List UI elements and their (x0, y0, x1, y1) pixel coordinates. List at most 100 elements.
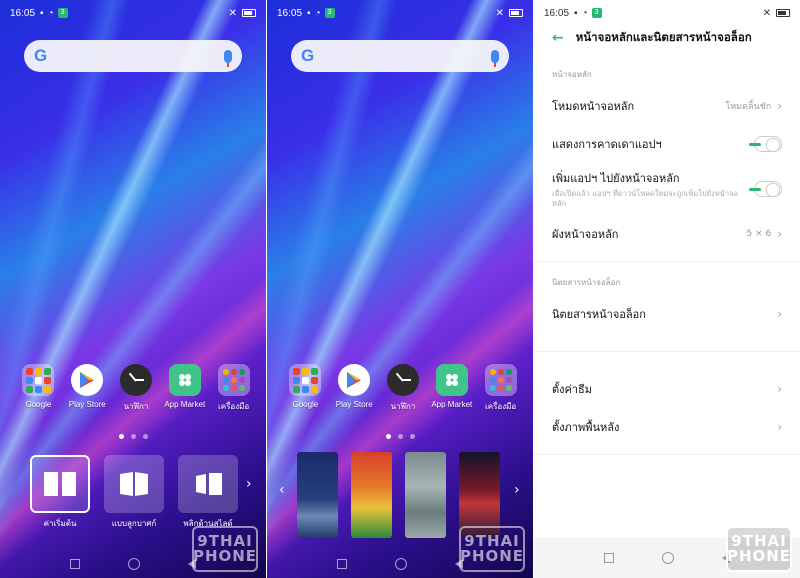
chevron-right-icon: › (777, 307, 782, 321)
app-label: Google (25, 400, 52, 409)
mute-icon: ✕ (495, 7, 504, 19)
divider (534, 351, 800, 352)
effect-thumbnail (178, 455, 238, 513)
chevron-right-icon: › (777, 420, 782, 434)
toggle-switch[interactable] (749, 136, 782, 152)
home-screen-effects-panel: 16:05 ▪ ◔ 3 ✕ G Google Play Store นาฬิกา… (0, 0, 266, 578)
watermark-logo: 9THAI PHONE (192, 526, 258, 572)
app-market[interactable]: App Market (160, 364, 209, 413)
recents-button[interactable] (70, 559, 80, 569)
setting-lock-magazine[interactable]: นิตยสารหน้าจอล็อก › (534, 295, 800, 333)
page-indicator (0, 434, 266, 439)
mute-icon: ✕ (228, 7, 237, 19)
app-clock[interactable]: นาฬิกา (112, 364, 161, 413)
clock-icon (119, 364, 152, 396)
microphone-icon[interactable] (491, 49, 499, 67)
setting-label: ผังหน้าจอหลัก (552, 228, 619, 241)
setting-label: ตั้งค่าธีม (552, 383, 593, 396)
home-button[interactable] (128, 558, 140, 570)
chevron-right-icon[interactable]: › (514, 482, 520, 498)
chevron-right-icon[interactable]: › (246, 476, 252, 492)
transition-effects-list: ค่าเริ่มต้น แบบลูกบาศก์ พลิกด้านสไลด์ (30, 455, 258, 530)
page-dot (409, 434, 415, 439)
app-label: App Market (431, 400, 473, 409)
app-market[interactable]: App Market (427, 364, 476, 413)
effect-thumbnail (30, 455, 90, 513)
effect-default[interactable]: ค่าเริ่มต้น (30, 455, 90, 530)
home-screen-wallpaper-panel: 16:05 ▪ ◔ 3 ✕ G Google Play Store นาฬิกา… (267, 0, 533, 578)
section-header-lock: นิตยสารหน้าจอล็อก (552, 278, 621, 287)
google-folder-icon (289, 364, 322, 396)
google-logo-icon: G (301, 46, 315, 65)
google-folder-icon (22, 364, 55, 396)
google-logo-icon: G (34, 46, 48, 65)
setting-wallpaper[interactable]: ตั้งภาพพื้นหลัง › (534, 408, 800, 446)
page-dot (385, 434, 391, 439)
chevron-right-icon: › (777, 382, 782, 396)
play-store-icon (71, 364, 104, 396)
sim-badge-icon: 3 (591, 8, 602, 18)
page-indicator (267, 434, 533, 439)
app-label: นาฬิกา (123, 402, 149, 411)
microphone-icon[interactable] (224, 49, 232, 67)
app-market-icon (168, 364, 201, 396)
effect-flip-slide[interactable]: พลิกด้านสไลด์ (178, 455, 238, 530)
wifi-icon: ◔ (581, 7, 588, 19)
page-dot (397, 434, 403, 439)
app-label: Play Store (68, 400, 106, 409)
status-bar: 16:05 ▪ ◔ 3 ✕ (267, 0, 533, 26)
google-search-bar[interactable]: G (291, 40, 509, 72)
effect-label: แบบลูกบาศก์ (111, 519, 157, 528)
toggle-switch[interactable] (749, 181, 782, 197)
wallpaper-thumbnail-sunset[interactable] (351, 452, 392, 538)
status-time: 16:05 (277, 7, 303, 19)
setting-label: แสดงการคาดเดาแอปฯ (552, 138, 662, 151)
app-tools[interactable]: เครื่องมือ (476, 364, 525, 413)
app-google[interactable]: Google (14, 364, 63, 413)
chevron-left-icon[interactable]: ‹ (279, 482, 285, 498)
app-clock[interactable]: นาฬิกา (379, 364, 428, 413)
settings-header: ← หน้าจอหลักและนิตยสารหน้าจอล็อก (534, 26, 800, 50)
effect-cube[interactable]: แบบลูกบาศก์ (104, 455, 164, 530)
effect-label: ค่าเริ่มต้น (43, 519, 77, 528)
setting-theme[interactable]: ตั้งค่าธีม › (534, 370, 800, 408)
app-label: เครื่องมือ (218, 402, 250, 411)
recents-button[interactable] (604, 553, 614, 563)
app-play-store[interactable]: Play Store (330, 364, 379, 413)
app-google[interactable]: Google (281, 364, 330, 413)
section-header-home: หน้าจอหลัก (552, 70, 592, 79)
play-store-icon (338, 364, 371, 396)
tools-folder-icon (484, 364, 517, 396)
effect-thumbnail (104, 455, 164, 513)
setting-add-apps[interactable]: เพิ่มแอปฯ ไปยังหน้าจอหลัก เมื่อเปิดแล้ว … (534, 163, 800, 215)
home-button[interactable] (662, 552, 674, 564)
battery-icon (509, 9, 523, 17)
setting-label: ตั้งภาพพื้นหลัง (552, 421, 620, 434)
back-arrow-icon[interactable]: ← (552, 30, 564, 46)
settings-list: หน้าจอหลัก โหมดหน้าจอหลัก โหมดลิ้นชัก › … (534, 54, 800, 538)
wallpaper-thumbnail-mountain[interactable] (297, 452, 338, 538)
app-tools[interactable]: เครื่องมือ (209, 364, 258, 413)
setting-layout[interactable]: ผังหน้าจอหลัก 5 × 6 › (534, 215, 800, 253)
page-title: หน้าจอหลักและนิตยสารหน้าจอล็อก (575, 30, 752, 44)
mute-icon: ✕ (762, 7, 771, 19)
app-label: นาฬิกา (390, 402, 416, 411)
status-time: 16:05 (544, 7, 570, 19)
tools-folder-icon (217, 364, 250, 396)
setting-description: เมื่อเปิดแล้ว แอปฯ ที่ดาวน์โหลดใหม่จะถูก… (552, 188, 739, 208)
google-search-bar[interactable]: G (24, 40, 242, 72)
recents-button[interactable] (337, 559, 347, 569)
app-market-icon (435, 364, 468, 396)
page-dot (118, 434, 124, 439)
app-play-store[interactable]: Play Store (63, 364, 112, 413)
home-button[interactable] (395, 558, 407, 570)
setting-show-suggestions[interactable]: แสดงการคาดเดาแอปฯ (534, 125, 800, 163)
setting-home-mode[interactable]: โหมดหน้าจอหลัก โหมดลิ้นชัก › (534, 87, 800, 125)
battery-icon (242, 9, 256, 17)
message-icon: ▪ (574, 7, 578, 19)
app-label: App Market (164, 400, 206, 409)
wallpaper-thumbnail-stone[interactable] (405, 452, 446, 538)
status-bar: 16:05 ▪ ◔ 3 ✕ (0, 0, 266, 26)
app-row: Google Play Store นาฬิกา App Market เครื… (14, 364, 258, 413)
divider (534, 261, 800, 262)
